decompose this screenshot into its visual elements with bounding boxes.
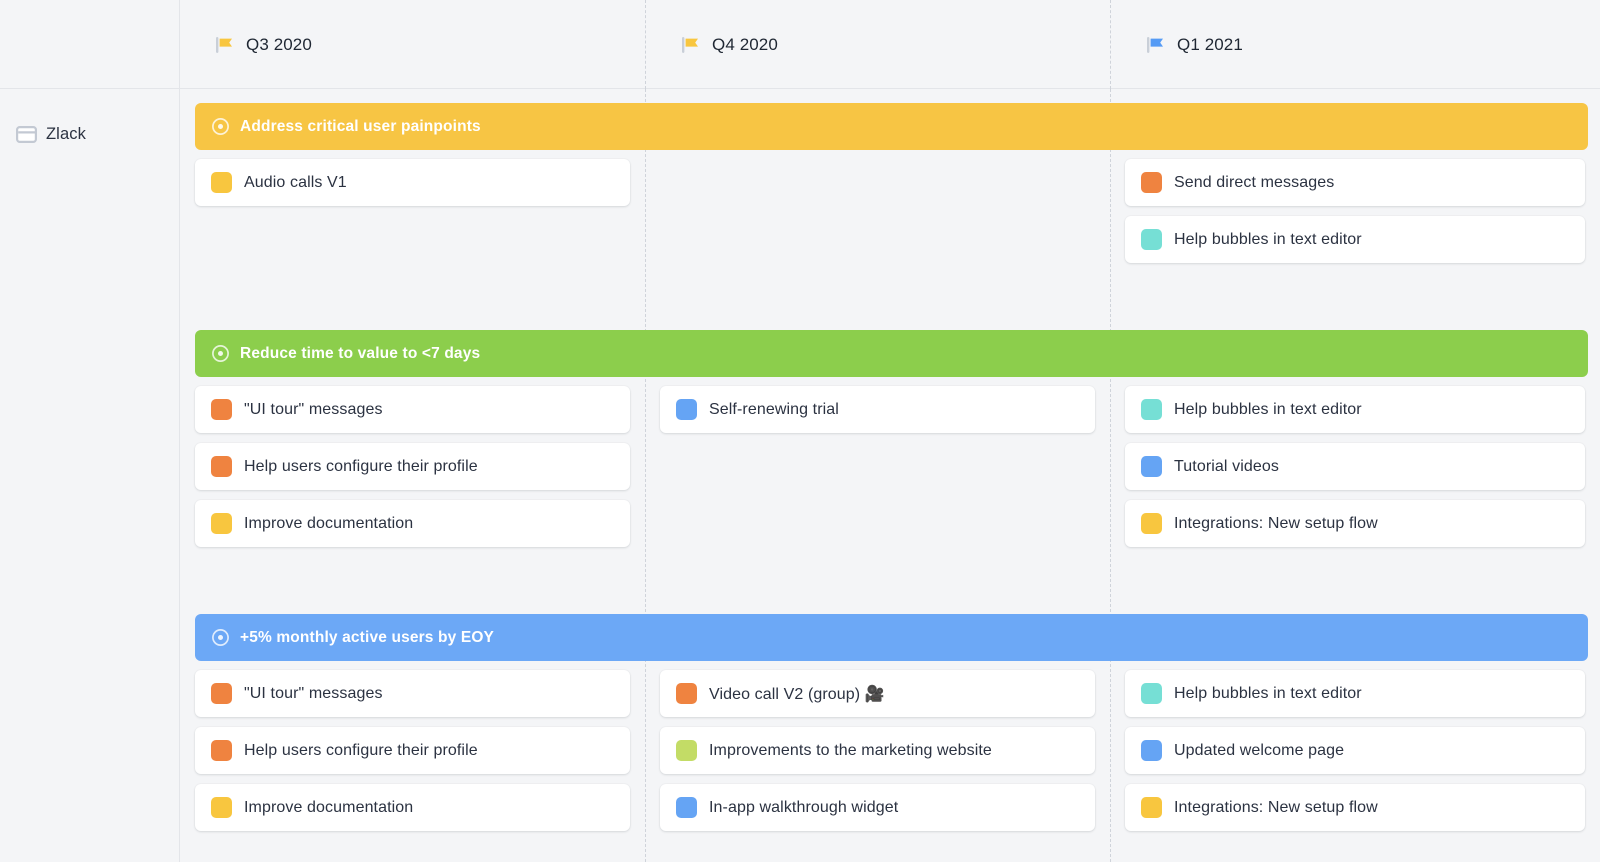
quarter-lane: Help bubbles in text editor Tutorial vide… — [1125, 386, 1585, 557]
initiative-card[interactable]: "UI tour" messages — [195, 670, 630, 717]
initiative-card[interactable]: Help bubbles in text editor — [1125, 386, 1585, 433]
quarter-label: Q4 2020 — [712, 34, 778, 54]
color-swatch-icon — [676, 797, 697, 818]
initiative-card-label: Help users configure their profile — [244, 457, 478, 475]
color-swatch-icon — [676, 740, 697, 761]
initiative-card-label: Help bubbles in text editor — [1174, 400, 1362, 418]
color-swatch-icon — [676, 399, 697, 420]
flag-icon — [213, 34, 235, 56]
sidebar: Zlack — [0, 89, 180, 862]
quarter-lane: "UI tour" messages Help users configure t… — [195, 386, 630, 557]
initiative-card-label: Send direct messages — [1174, 173, 1335, 191]
initiative-card-label: "UI tour" messages — [244, 400, 383, 418]
initiative-card[interactable]: Integrations: New setup flow — [1125, 500, 1585, 547]
initiative-card[interactable]: Integrations: New setup flow — [1125, 784, 1585, 831]
color-swatch-icon — [1141, 229, 1162, 250]
goal-banner[interactable]: Reduce time to value to <7 days — [195, 330, 1588, 377]
quarter-column-header-q3-2020[interactable]: Q3 2020 — [180, 0, 645, 89]
goal-title: Reduce time to value to <7 days — [240, 344, 481, 362]
target-icon — [211, 344, 230, 363]
goal-block: Address critical user painpoints Audio ca… — [180, 103, 1600, 339]
flag-icon — [1144, 34, 1166, 56]
color-swatch-icon — [211, 683, 232, 704]
initiative-card[interactable]: Improve documentation — [195, 500, 630, 547]
quarter-label: Q1 2021 — [1177, 34, 1243, 54]
initiative-card-label: Updated welcome page — [1174, 741, 1345, 759]
initiative-card[interactable]: Help bubbles in text editor — [1125, 216, 1585, 263]
color-swatch-icon — [211, 797, 232, 818]
color-swatch-icon — [211, 399, 232, 420]
sidebar-item-label: Zlack — [46, 124, 86, 143]
quarter-lane: Audio calls V1 — [195, 159, 630, 216]
initiative-card[interactable]: Tutorial videos — [1125, 443, 1585, 490]
initiative-card-label: Self-renewing trial — [709, 400, 839, 418]
initiative-card-label: Improve documentation — [244, 798, 414, 816]
initiative-card-label: Help users configure their profile — [244, 741, 478, 759]
quarter-lane: Send direct messages Help bubbles in text… — [1125, 159, 1585, 273]
color-swatch-icon — [1141, 513, 1162, 534]
goal-block: +5% monthly active users by EOY "UI tour"… — [180, 614, 1600, 850]
initiative-card[interactable]: Help users configure their profile — [195, 443, 630, 490]
roadmap-board: Q3 2020 Q4 2020 Q1 2021 Zlack Address cr… — [0, 0, 1600, 862]
initiative-card-label: Tutorial videos — [1174, 457, 1279, 475]
color-swatch-icon — [1141, 172, 1162, 193]
initiative-card[interactable]: Send direct messages — [1125, 159, 1585, 206]
color-swatch-icon — [211, 513, 232, 534]
initiative-card-label: In-app walkthrough widget — [709, 798, 899, 816]
target-icon — [211, 628, 230, 647]
initiative-card[interactable]: Audio calls V1 — [195, 159, 630, 206]
initiative-card-label: Integrations: New setup flow — [1174, 514, 1378, 532]
color-swatch-icon — [211, 172, 232, 193]
board-icon — [16, 124, 37, 145]
goal-lanes: Audio calls V1 Send direct messages Help b… — [180, 159, 1600, 339]
goal-lanes: "UI tour" messages Help users configure t… — [180, 386, 1600, 566]
color-swatch-icon — [211, 456, 232, 477]
color-swatch-icon — [211, 740, 232, 761]
header-corner-cell — [0, 0, 180, 89]
quarter-label: Q3 2020 — [246, 34, 312, 54]
initiative-card[interactable]: Updated welcome page — [1125, 727, 1585, 774]
initiative-card-label: Improve documentation — [244, 514, 414, 532]
initiative-card[interactable]: Video call V2 (group) 🎥 — [660, 670, 1095, 717]
color-swatch-icon — [1141, 740, 1162, 761]
initiative-card-label: Improvements to the marketing website — [709, 741, 992, 759]
quarter-column-header-q4-2020[interactable]: Q4 2020 — [645, 0, 1110, 89]
color-swatch-icon — [1141, 797, 1162, 818]
goal-banner[interactable]: Address critical user painpoints — [195, 103, 1588, 150]
goal-title: Address critical user painpoints — [240, 117, 481, 135]
initiative-card-label: Integrations: New setup flow — [1174, 798, 1378, 816]
goal-lanes: "UI tour" messages Help users configure t… — [180, 670, 1600, 850]
board-body: Address critical user painpoints Audio ca… — [180, 89, 1600, 862]
quarter-lane: Self-renewing trial — [660, 386, 1095, 443]
initiative-card[interactable]: Help bubbles in text editor — [1125, 670, 1585, 717]
color-swatch-icon — [1141, 456, 1162, 477]
initiative-card-label: Help bubbles in text editor — [1174, 230, 1362, 248]
initiative-card[interactable]: Improvements to the marketing website — [660, 727, 1095, 774]
flag-icon — [679, 34, 701, 56]
goal-title: +5% monthly active users by EOY — [240, 628, 495, 646]
initiative-card[interactable]: In-app walkthrough widget — [660, 784, 1095, 831]
initiative-card[interactable]: "UI tour" messages — [195, 386, 630, 433]
quarter-lane: "UI tour" messages Help users configure t… — [195, 670, 630, 841]
sidebar-item-zlack[interactable]: Zlack — [0, 112, 179, 156]
color-swatch-icon — [1141, 683, 1162, 704]
color-swatch-icon — [676, 683, 697, 704]
board-header-row: Q3 2020 Q4 2020 Q1 2021 — [0, 0, 1600, 89]
quarter-column-header-q1-2021[interactable]: Q1 2021 — [1110, 0, 1600, 89]
quarter-lane: Help bubbles in text editor Updated welco… — [1125, 670, 1585, 841]
initiative-card-label: "UI tour" messages — [244, 684, 383, 702]
goal-banner[interactable]: +5% monthly active users by EOY — [195, 614, 1588, 661]
initiative-card-label: Help bubbles in text editor — [1174, 684, 1362, 702]
color-swatch-icon — [1141, 399, 1162, 420]
initiative-card[interactable]: Improve documentation — [195, 784, 630, 831]
goal-block: Reduce time to value to <7 days "UI tour"… — [180, 330, 1600, 566]
initiative-card[interactable]: Help users configure their profile — [195, 727, 630, 774]
quarter-lane: Video call V2 (group) 🎥 Improvements to t… — [660, 670, 1095, 841]
initiative-card-label: Audio calls V1 — [244, 173, 347, 191]
initiative-card[interactable]: Self-renewing trial — [660, 386, 1095, 433]
target-icon — [211, 117, 230, 136]
initiative-card-label: Video call V2 (group) 🎥 — [709, 685, 885, 703]
